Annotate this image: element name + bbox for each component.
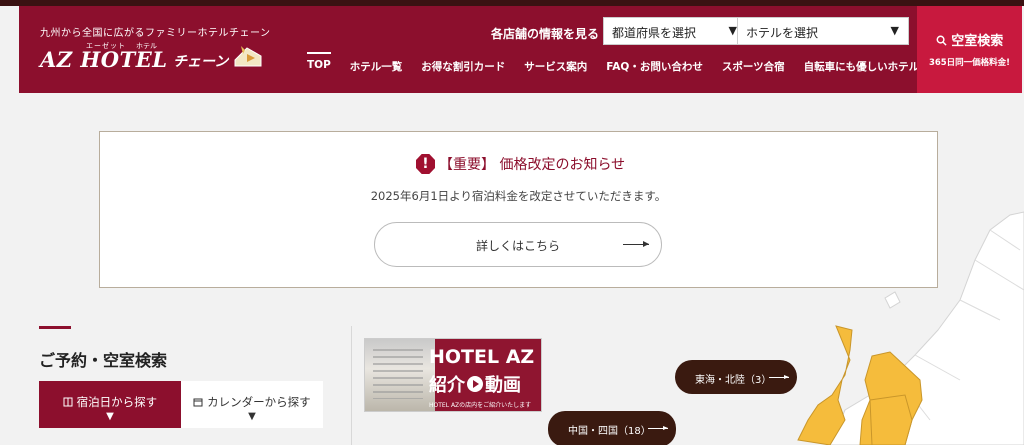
important-notice: ! 【重要】 価格改定のお知らせ 2025年6月1日より宿泊料金を改定させていた… bbox=[99, 131, 938, 288]
calendar-icon bbox=[193, 398, 203, 407]
nav-top[interactable]: TOP bbox=[307, 52, 331, 74]
dropdown-arrow-icon: ▼ bbox=[728, 24, 737, 37]
tab-calendar-text: カレンダーから探す bbox=[207, 395, 311, 409]
nav-hotel-list[interactable]: ホテル一覧 bbox=[350, 59, 403, 74]
section-accent bbox=[39, 326, 71, 329]
nav-faq[interactable]: FAQ・お問い合わせ bbox=[606, 59, 703, 74]
logo-emblem-icon bbox=[234, 46, 262, 67]
store-info-label: 各店舗の情報を見る bbox=[491, 27, 600, 41]
vacancy-title: 空室検索 bbox=[917, 30, 1022, 49]
section-divider bbox=[351, 326, 352, 445]
map-island bbox=[884, 291, 901, 309]
arrow-right-icon bbox=[769, 375, 789, 379]
logo-chain-text: チェーン bbox=[173, 54, 229, 70]
region-chugoku-shikoku-button[interactable]: 中国・四国（18） bbox=[548, 411, 676, 445]
notice-details-button[interactable]: 詳しくはこちら bbox=[374, 222, 662, 267]
map-region-hokuriku bbox=[859, 351, 923, 445]
map-noto-peninsula bbox=[797, 325, 853, 445]
region-label: 中国・四国（18） bbox=[568, 426, 651, 437]
video-caption: HOTEL AZの店内をご紹介いたします bbox=[429, 402, 532, 409]
nav-sports-camp[interactable]: スポーツ合宿 bbox=[722, 59, 785, 74]
arrow-right-icon bbox=[648, 426, 668, 430]
main-nav: TOP ホテル一覧 お得な割引カード サービス案内 FAQ・お問い合わせ スポー… bbox=[307, 52, 938, 74]
hotel-building-image bbox=[365, 339, 435, 411]
logo-text: AZ HOTEL bbox=[40, 47, 168, 72]
nav-bicycle[interactable]: 自転車にも優しいホテル bbox=[804, 59, 920, 74]
book-icon bbox=[63, 397, 73, 407]
vacancy-subtitle: 365日同一価格料金! bbox=[928, 58, 1011, 68]
video-title: HOTEL AZ bbox=[429, 346, 535, 368]
notice-body: 2025年6月1日より宿泊料金を改定させていただきます。 bbox=[370, 189, 667, 203]
dropdown-arrow-icon: ▼ bbox=[890, 24, 899, 37]
search-icon bbox=[936, 35, 947, 46]
warning-icon: ! bbox=[416, 154, 435, 174]
tab-calendar-label: カレンダーから探す bbox=[181, 394, 323, 410]
region-tokai-hokuriku-button[interactable]: 東海・北陸（3） bbox=[675, 360, 797, 394]
arrow-right-icon bbox=[623, 241, 649, 247]
tab-date-label: 宿泊日から探す bbox=[39, 394, 181, 410]
nav-discount-card[interactable]: お得な割引カード bbox=[421, 59, 505, 74]
region-label: 東海・北陸（3） bbox=[695, 375, 772, 386]
prefecture-select-value: 都道府県を選択 bbox=[612, 26, 697, 40]
video-subtitle: 紹介 動画 bbox=[429, 371, 521, 397]
tab-search-by-date[interactable]: 宿泊日から探す ▼ bbox=[39, 381, 181, 428]
play-icon bbox=[467, 376, 483, 392]
reservation-title: ご予約・空室検索 bbox=[39, 351, 168, 370]
tagline: 九州から全国に広がるファミリーホテルチェーン bbox=[40, 28, 271, 39]
video-subtitle-b: 動画 bbox=[485, 375, 521, 396]
chevron-down-icon: ▼ bbox=[106, 411, 114, 422]
hotel-select[interactable]: ホテルを選択 ▼ bbox=[737, 17, 909, 45]
intro-video-banner[interactable]: HOTEL AZ 紹介 動画 HOTEL AZの店内をご紹介いたします bbox=[364, 338, 542, 412]
tab-search-by-calendar[interactable]: カレンダーから探す ▼ bbox=[181, 381, 323, 428]
notice-title: 【重要】 価格改定のお知らせ bbox=[439, 157, 626, 173]
map-region-tokai bbox=[869, 394, 913, 445]
tab-date-text: 宿泊日から探す bbox=[76, 395, 158, 409]
vacancy-search-button[interactable]: 空室検索 365日同一価格料金! bbox=[917, 6, 1022, 93]
nav-service[interactable]: サービス案内 bbox=[524, 59, 587, 74]
site-header: 九州から全国に広がるファミリーホテルチェーン エーゼット ホテル AZ HOTE… bbox=[19, 6, 1022, 93]
notice-details-label: 詳しくはこちら bbox=[475, 239, 560, 253]
prefecture-select[interactable]: 都道府県を選択 ▼ bbox=[603, 17, 747, 45]
chevron-down-icon: ▼ bbox=[248, 411, 256, 422]
notice-title-row: ! 【重要】 価格改定のお知らせ bbox=[416, 154, 625, 174]
video-subtitle-a: 紹介 bbox=[429, 375, 465, 396]
vacancy-title-text: 空室検索 bbox=[951, 34, 1004, 49]
hotel-select-value: ホテルを選択 bbox=[746, 26, 819, 40]
